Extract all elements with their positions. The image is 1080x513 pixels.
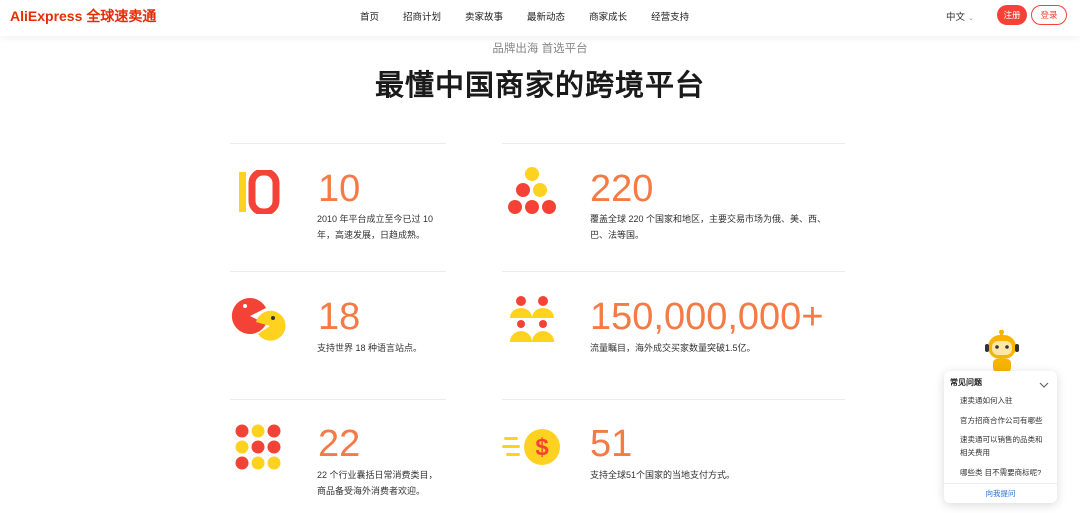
stat-description: 22 个行业囊括日常消费类目， 商品备受海外消费者欢迎。	[317, 467, 457, 499]
ten-years-icon	[236, 168, 282, 219]
stat-desc-line: 2010 年平台成立至今已过 10	[317, 214, 434, 224]
stat-desc-line: 支持全球51个国家的当地支付方式。	[590, 470, 736, 480]
login-button[interactable]: 登录	[1031, 5, 1067, 25]
stat-desc-line: 支持世界 18 种语言站点。	[317, 343, 423, 353]
faq-question[interactable]: 速卖通可以销售的品类和	[960, 434, 1052, 446]
nav-item-merchant-growth[interactable]: 商家成长	[589, 9, 627, 23]
stat-desc-line: 巴、法等国。	[590, 230, 645, 240]
stat-description: 支持世界 18 种语言站点。	[317, 340, 447, 356]
divider	[230, 271, 446, 272]
faq-question-continued[interactable]: 相关费用	[960, 447, 1052, 459]
divider	[502, 271, 845, 272]
stat-number: 22	[318, 423, 361, 465]
faq-question[interactable]: 速卖通如何入驻	[960, 395, 1052, 407]
nav-item-seller-stories[interactable]: 卖家故事	[465, 9, 503, 23]
buyers-people-icon	[508, 294, 558, 349]
faq-question[interactable]: 官方招商合作公司有哪些	[960, 415, 1052, 427]
divider	[230, 399, 446, 400]
stat-number: 51	[590, 423, 633, 465]
faq-question[interactable]: 哪些类 目不需要商标呢?	[960, 467, 1052, 479]
divider	[502, 143, 845, 144]
payment-coin-icon: $	[502, 427, 564, 472]
hero-subtitle: 品牌出海 首选平台	[492, 43, 588, 55]
top-header: AliExpress 全球速卖通 首页 招商计划 卖家故事 最新动态 商家成长 经…	[0, 0, 1080, 36]
stat-desc-line: 商品备受海外消费者欢迎。	[317, 486, 426, 496]
ask-me-link[interactable]: 向我提问	[944, 488, 1057, 499]
stat-desc-line: 覆盖全球 220 个国家和地区，主要交易市场为俄、美、西、	[590, 214, 827, 224]
aliexpress-logo[interactable]: AliExpress 全球速卖通	[10, 6, 156, 26]
stat-description: 支持全球51个国家的当地支付方式。	[590, 467, 840, 483]
nav-item-news[interactable]: 最新动态	[527, 9, 565, 23]
language-selector[interactable]: 中文 ⌄	[946, 9, 974, 23]
logo-brand-text: AliExpress	[10, 8, 83, 24]
stat-number: 150,000,000+	[590, 296, 824, 338]
stat-number: 10	[318, 168, 361, 210]
hero-title: 最懂中国商家的跨境平台	[374, 70, 705, 102]
stat-number: 220	[590, 168, 654, 210]
divider	[502, 399, 845, 400]
faq-title: 常见问题	[950, 378, 982, 387]
divider	[230, 143, 446, 144]
logo-cn-text: 全球速卖通	[86, 8, 157, 24]
faq-panel: 常见问题 速卖通如何入驻 官方招商合作公司有哪些 速卖通可以销售的品类和 相关费…	[944, 371, 1057, 503]
nav-item-home[interactable]: 首页	[360, 9, 379, 23]
categories-grid-icon	[234, 423, 282, 476]
stat-number: 18	[318, 296, 361, 338]
stat-desc-line: 年，高速发展，日趋成熟。	[317, 230, 426, 240]
language-label: 中文	[946, 12, 966, 23]
chevron-down-icon: ⌄	[968, 15, 974, 22]
stat-description: 流量瞩目，海外成交买家数量突破1.5亿。	[590, 340, 840, 356]
chevron-down-icon[interactable]	[1039, 376, 1049, 394]
main-nav: 首页 招商计划 卖家故事 最新动态 商家成长 经营支持	[360, 9, 713, 23]
stat-desc-line: 22 个行业囊括日常消费类目，	[317, 470, 438, 480]
stat-desc-line: 流量瞩目，海外成交买家数量突破1.5亿。	[590, 343, 756, 353]
nav-item-business-support[interactable]: 经营支持	[651, 9, 689, 23]
languages-pacman-icon	[230, 296, 290, 347]
countries-dots-icon	[506, 166, 560, 223]
nav-item-recruitment[interactable]: 招商计划	[403, 9, 441, 23]
divider	[944, 483, 1057, 484]
register-button[interactable]: 注册	[997, 5, 1027, 25]
stat-description: 2010 年平台成立至今已过 10 年，高速发展，日趋成熟。	[317, 211, 447, 243]
svg-text:$: $	[535, 434, 549, 461]
stat-description: 覆盖全球 220 个国家和地区，主要交易市场为俄、美、西、 巴、法等国。	[590, 211, 840, 243]
